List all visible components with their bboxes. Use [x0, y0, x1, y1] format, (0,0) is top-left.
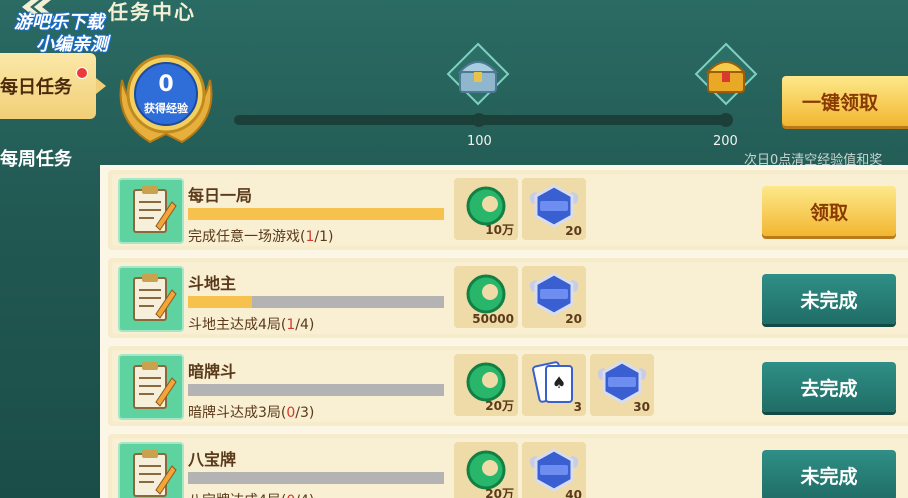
reward-quantity: 30 — [633, 400, 650, 414]
task-progress-fill — [188, 296, 252, 308]
task-name: 斗地主 — [188, 274, 237, 293]
clipboard-icon — [118, 354, 184, 420]
task-description: 暗牌斗达成3局(0/3) — [188, 402, 314, 422]
exp-value: 0 — [158, 72, 174, 97]
milestone-dot-200 — [719, 113, 733, 127]
watermark: 游吧乐下载 小编亲测 — [14, 12, 108, 56]
tab-pointer — [96, 78, 106, 94]
task-action-button[interactable]: 领取 — [762, 186, 896, 236]
reward-item: 50000 — [454, 266, 518, 328]
claim-all-button[interactable]: 一键领取 — [782, 76, 908, 126]
reward-quantity: 40 — [565, 488, 582, 498]
task-description: 完成任意一场游戏(1/1) — [188, 226, 333, 246]
milestone-label-100: 100 — [467, 134, 492, 149]
reward-item: ♠ 3 — [522, 354, 586, 416]
reward-item: 20 — [522, 266, 586, 328]
tab-weekly-tasks[interactable]: 每周任务 — [0, 125, 96, 191]
task-progress-current: 0 — [286, 493, 295, 498]
exp-label: 获得经验 — [144, 102, 188, 115]
silver-chest-icon[interactable] — [446, 42, 510, 106]
task-desc-suffix: /1) — [314, 229, 334, 245]
task-name: 每日一局 — [188, 186, 253, 205]
task-progress-current: 1 — [286, 317, 296, 333]
task-action-button[interactable]: 去完成 — [762, 362, 896, 412]
reward-quantity: 50000 — [472, 312, 514, 326]
clipboard-icon — [118, 266, 184, 332]
task-progress-bar — [188, 208, 444, 220]
reward-item: 10万 — [454, 178, 518, 240]
reward-quantity: 10万 — [485, 223, 514, 237]
task-progress-bar — [188, 384, 444, 396]
tab-daily-tasks[interactable]: 每日任务 — [0, 53, 106, 119]
task-description: 八宝牌达成4局(0/4) — [188, 490, 314, 498]
task-action-button[interactable]: 未完成 — [762, 450, 896, 498]
task-desc-prefix: 完成任意一场游戏( — [188, 229, 306, 245]
task-desc-prefix: 斗地主达成4局( — [188, 317, 287, 333]
page-title: 任务中心 — [108, 0, 196, 24]
tab-weekly-label: 每周任务 — [0, 149, 72, 170]
task-description: 斗地主达成4局(1/4) — [188, 314, 314, 334]
reward-quantity: 20 — [565, 312, 582, 326]
watermark-line-1: 游吧乐下载 — [14, 12, 104, 33]
gold-chest-icon[interactable] — [694, 42, 758, 106]
task-desc-suffix: /4) — [295, 493, 314, 498]
clipboard-icon — [118, 442, 184, 498]
reward-quantity: 20 — [565, 224, 582, 238]
task-desc-suffix: /4) — [295, 317, 315, 333]
task-desc-prefix: 八宝牌达成4局( — [188, 493, 286, 498]
task-desc-suffix: /3) — [295, 405, 315, 421]
task-row: 斗地主 斗地主达成4局(1/4) 50000 20 未完成 — [108, 258, 908, 338]
exp-badge: 0 获得经验 — [110, 50, 222, 150]
milestone-dot-100 — [472, 113, 486, 127]
task-progress-bar — [188, 472, 444, 484]
task-progress-fill — [188, 208, 444, 220]
task-action-button[interactable]: 未完成 — [762, 274, 896, 324]
reward-quantity: 3 — [573, 400, 582, 414]
tab-daily-label: 每日任务 — [0, 77, 72, 98]
reward-item: 20 — [522, 178, 586, 240]
task-desc-prefix: 暗牌斗达成3局( — [188, 405, 287, 421]
task-progress-bar — [188, 296, 444, 308]
reward-item: 20万 — [454, 442, 518, 498]
task-center-screen: 任务中心 游吧乐下载 小编亲测 每日任务 每周任务 0 获得经验 100 200 — [0, 0, 908, 498]
reward-item: 30 — [590, 354, 654, 416]
task-name: 八宝牌 — [188, 450, 237, 469]
reward-item: 40 — [522, 442, 586, 498]
reward-quantity: 20万 — [485, 399, 514, 413]
task-row: 八宝牌 八宝牌达成4局(0/4) 20万 40 未完成 — [108, 434, 908, 498]
task-progress-current: 0 — [286, 405, 296, 421]
task-name: 暗牌斗 — [188, 362, 237, 381]
task-row: 暗牌斗 暗牌斗达成3局(0/3) 20万 ♠ 3 30 去完成 — [108, 346, 908, 426]
reward-quantity: 20万 — [485, 487, 514, 498]
svg-text:♠: ♠ — [552, 373, 566, 392]
milestone-label-200: 200 — [713, 134, 738, 149]
reward-item: 20万 — [454, 354, 518, 416]
clipboard-icon — [118, 178, 184, 244]
notification-dot-icon — [76, 67, 88, 79]
task-row: 每日一局 完成任意一场游戏(1/1) 10万 20 领取 — [108, 170, 908, 250]
